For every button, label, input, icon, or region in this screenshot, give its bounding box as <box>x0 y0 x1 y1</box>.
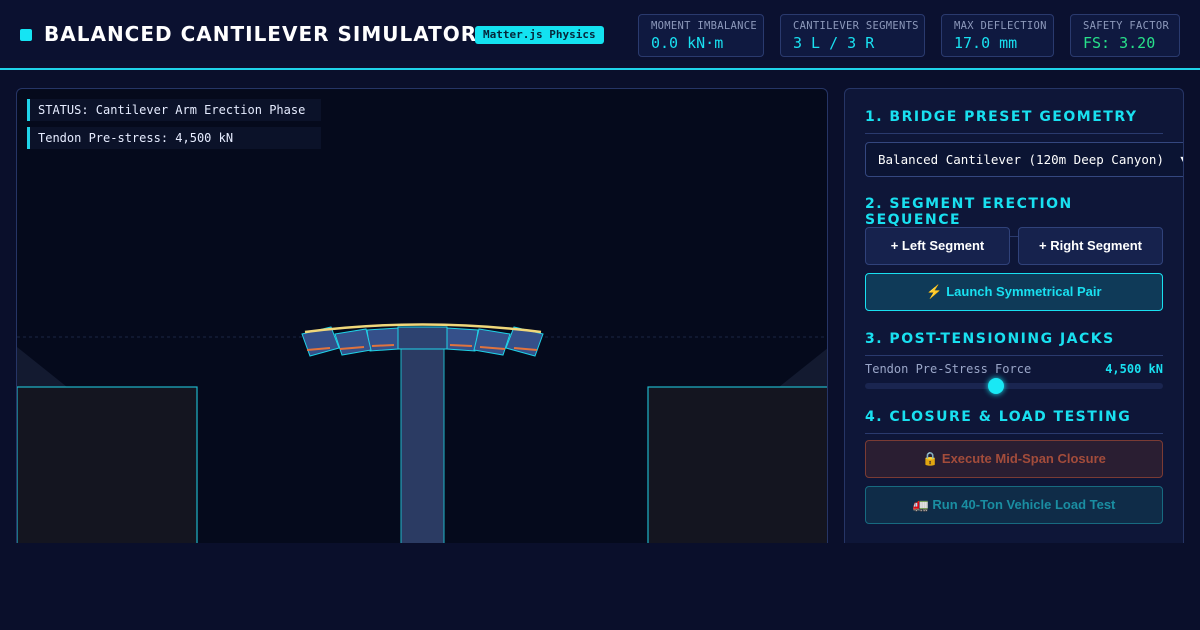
left-segment-2 <box>334 328 372 356</box>
stat-label: MAX DEFLECTION <box>954 20 1047 32</box>
status-readout: STATUS: Cantilever Arm Erection Phase <box>27 99 321 121</box>
stat-label: CANTILEVER SEGMENTS <box>793 20 919 32</box>
right-abutment <box>647 386 827 557</box>
bridge-scene <box>17 323 827 557</box>
stat-max-deflection: MAX DEFLECTION 17.0 mm <box>941 14 1054 57</box>
add-right-segment-button[interactable]: + Right Segment <box>1018 227 1163 265</box>
stat-safety-factor: SAFETY FACTOR FS: 3.20 <box>1070 14 1180 57</box>
bridge-preset-selected-value: Balanced Cantilever (120m Deep Canyon) <box>878 152 1164 167</box>
run-load-test-button[interactable]: 🚛 Run 40-Ton Vehicle Load Test <box>865 486 1163 524</box>
add-left-segment-button[interactable]: + Left Segment <box>865 227 1010 265</box>
stat-value: 3 L / 3 R <box>793 34 875 52</box>
page-footer-area <box>0 543 1200 630</box>
stat-value: 0.0 kN·m <box>651 34 724 52</box>
stat-value: 17.0 mm <box>954 34 1018 52</box>
right-segment-1 <box>446 327 479 352</box>
app-header: BALANCED CANTILEVER SIMULATOR Matter.js … <box>0 0 1200 70</box>
launch-symmetrical-pair-button[interactable]: ⚡ Launch Symmetrical Pair <box>865 273 1163 311</box>
left-segment-1 <box>366 327 399 352</box>
chevron-down-icon: ▼ <box>1180 143 1183 176</box>
control-panel: 1. BRIDGE PRESET GEOMETRY Balanced Canti… <box>844 88 1184 558</box>
prestress-slider-label: Tendon Pre-Stress Force <box>865 362 1032 376</box>
logo-icon <box>20 29 32 41</box>
stat-label: SAFETY FACTOR <box>1083 20 1170 32</box>
bridge-preset-select[interactable]: Balanced Cantilever (120m Deep Canyon) ▼ <box>865 142 1183 177</box>
simulation-canvas[interactable]: STATUS: Cantilever Arm Erection Phase Te… <box>16 88 828 558</box>
left-abutment <box>17 386 198 557</box>
stat-value: FS: 3.20 <box>1083 34 1156 52</box>
prestress-slider-row: Tendon Pre-Stress Force 4,500 kN <box>865 362 1163 378</box>
prestress-readout: Tendon Pre-stress: 4,500 kN <box>27 127 321 149</box>
engine-badge: Matter.js Physics <box>475 26 604 44</box>
left-bank-slope <box>17 347 67 387</box>
execute-closure-button[interactable]: 🔒 Execute Mid-Span Closure <box>865 440 1163 478</box>
prestress-slider-thumb[interactable] <box>988 378 1005 394</box>
prestress-slider-value: 4,500 kN <box>1105 362 1163 376</box>
right-bank-slope <box>779 348 827 387</box>
stat-moment-imbalance: MOMENT IMBALANCE 0.0 kN·m <box>638 14 764 57</box>
app-title: BALANCED CANTILEVER SIMULATOR <box>44 22 478 46</box>
stat-label: MOMENT IMBALANCE <box>651 20 757 32</box>
central-pier <box>400 346 445 557</box>
right-segment-2 <box>473 328 511 356</box>
pier-head-segment <box>397 326 448 350</box>
section-title-geometry: 1. BRIDGE PRESET GEOMETRY <box>865 109 1163 134</box>
section-title-post-tensioning: 3. POST-TENSIONING JACKS <box>865 331 1163 356</box>
stat-cantilever-segments: CANTILEVER SEGMENTS 3 L / 3 R <box>780 14 925 57</box>
section-title-closure: 4. CLOSURE & LOAD TESTING <box>865 409 1163 434</box>
prestress-slider-track[interactable] <box>865 378 1163 394</box>
